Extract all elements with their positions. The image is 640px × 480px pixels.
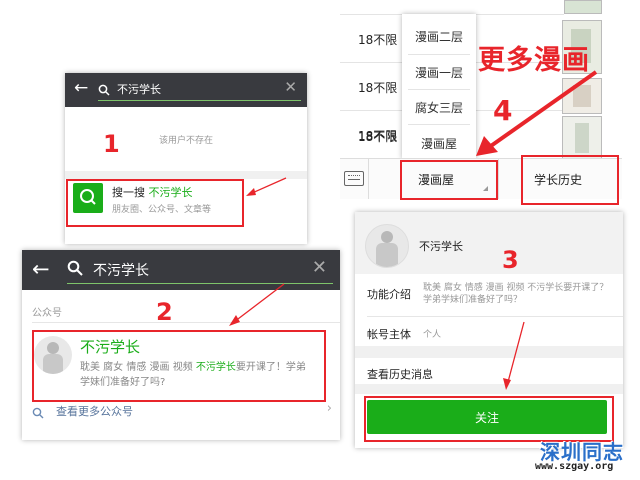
- history-row[interactable]: 查看历史消息: [355, 360, 623, 384]
- intro-value: 耽美 腐女 情感 漫画 视频 不污学长要开课了？学弟学妹们准备好了吗？: [423, 283, 609, 305]
- highlight-box: [32, 330, 326, 402]
- history-label: 查看历史消息: [367, 368, 433, 381]
- owner-value: 个人: [423, 330, 442, 340]
- search-field[interactable]: 不污学长 ✕: [67, 257, 333, 284]
- clear-icon[interactable]: ✕: [284, 78, 297, 96]
- owner-row: 帐号主体 个人: [355, 318, 623, 344]
- arrow-step-1: [246, 177, 287, 196]
- menu-item-manga-house[interactable]: 漫画屋: [402, 135, 476, 152]
- search-field[interactable]: 不污学长 ✕: [98, 78, 301, 101]
- clear-icon[interactable]: ✕: [312, 257, 327, 278]
- follow-button[interactable]: 关注: [367, 400, 607, 434]
- row-label: 18不限: [358, 130, 398, 144]
- search-icon: [67, 260, 83, 280]
- follow-label: 关注: [474, 411, 499, 425]
- chevron-right-icon: ›: [326, 401, 332, 416]
- step-number: 3: [502, 246, 519, 274]
- more-accounts-label: 查看更多公众号: [56, 405, 133, 418]
- owner-label: 帐号主体: [367, 328, 411, 341]
- step-number: 2: [156, 298, 173, 326]
- intro-label: 功能介绍: [367, 288, 411, 301]
- row-label: 18不限: [358, 81, 398, 95]
- menu-item-manga-1f[interactable]: 漫画一层: [402, 64, 476, 81]
- profile-header: 不污学长: [355, 212, 623, 274]
- back-arrow-icon[interactable]: ←: [32, 257, 50, 281]
- watermark-url: www.szgay.org: [535, 461, 614, 472]
- submenu-popup: 漫画二层 漫画一层 腐女三层 漫画屋: [402, 14, 476, 159]
- manga-thumbnail: [564, 0, 602, 14]
- avatar: [365, 224, 409, 268]
- arrow-step-3: [503, 321, 525, 390]
- search-icon: [32, 404, 44, 423]
- search-bar: ← 不污学长 ✕: [22, 250, 340, 290]
- search-panel-2: ← 不污学长 ✕ 公众号 不污学长 耽美 腐女 情感 漫画 视频 不污学长要开课…: [22, 250, 340, 440]
- row-label: 18不限: [358, 33, 398, 47]
- account-profile-panel: 不污学长 功能介绍 耽美 腐女 情感 漫画 视频 不污学长要开课了？学弟学妹们准…: [355, 212, 623, 448]
- menu-item-fujoshi-3f[interactable]: 腐女三层: [402, 99, 476, 116]
- search-query: 不污学长: [117, 83, 161, 96]
- search-query: 不污学长: [93, 263, 149, 279]
- keyboard-icon[interactable]: [344, 171, 364, 186]
- arrow-step-4: [476, 70, 598, 156]
- step-number: 1: [103, 130, 120, 158]
- divider: [355, 384, 623, 394]
- highlight-box: [66, 179, 244, 227]
- highlight-box: [521, 155, 619, 205]
- search-bar: ← 不污学长 ✕: [65, 73, 307, 107]
- section-label: 公众号: [32, 308, 62, 319]
- not-found-message: 该用户不存在: [158, 136, 213, 146]
- more-accounts-link[interactable]: 查看更多公众号 ›: [22, 400, 340, 424]
- arrow-step-2: [229, 283, 285, 326]
- back-arrow-icon[interactable]: ←: [74, 78, 88, 98]
- intro-row: 功能介绍 耽美 腐女 情感 漫画 视频 不污学长要开课了？学弟学妹们准备好了吗？: [355, 278, 623, 314]
- section-divider: [32, 322, 340, 323]
- account-name: 不污学长: [419, 240, 463, 253]
- search-icon: [98, 81, 110, 96]
- list-row: [340, 0, 564, 15]
- menu-item-manga-2f[interactable]: 漫画二层: [402, 28, 476, 45]
- highlight-box: [400, 160, 498, 200]
- divider: [355, 346, 623, 358]
- search-panel-1: ← 不污学长 ✕ 该用户不存在 搜一搜 不污学长 朋友圈、公众号、文章等: [65, 73, 307, 244]
